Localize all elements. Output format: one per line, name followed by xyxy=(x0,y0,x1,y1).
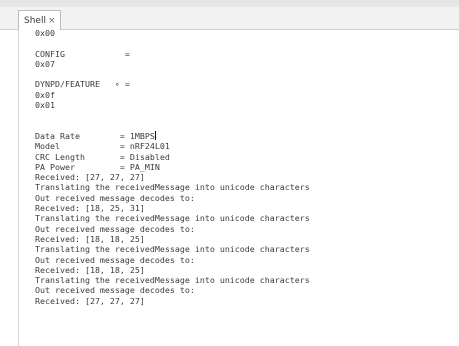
console-line: CONFIG = xyxy=(35,48,130,59)
console-line: Received: [27, 27, 27] xyxy=(35,295,145,306)
tab-shell[interactable]: Shell × xyxy=(18,10,61,30)
console-line: 0x0f xyxy=(35,89,55,100)
console-line-data-rate: Data Rate = 1MBPS xyxy=(35,130,310,141)
console-line: CRC Length = Disabled xyxy=(35,151,170,162)
tab-bar: Shell × xyxy=(0,7,459,30)
shell-output: 0x00 CONFIG = 0x07 DYNPD/FEATURE ∘ = 0x0… xyxy=(35,30,310,306)
console-line: Received: [18, 25, 31] xyxy=(35,203,145,214)
ide-window: Shell × 0x00 CONFIG = 0x07 DYNPD/FEATURE… xyxy=(0,0,459,346)
tab-shell-label: Shell xyxy=(24,15,46,26)
data-rate-text: Data Rate = 1MBPS xyxy=(35,130,155,141)
console-line: Out received message decodes to: xyxy=(35,285,195,296)
console-line: Translating the receivedMessage into uni… xyxy=(35,182,310,193)
console-line: DYNPD/FEATURE ∘ = xyxy=(35,79,130,90)
console-line: PA Power = PA_MIN xyxy=(35,161,160,172)
console-line: Model = nRF24L01 xyxy=(35,141,170,152)
console-line: Received: [27, 27, 27] xyxy=(35,172,145,183)
close-icon[interactable]: × xyxy=(48,16,56,26)
console-line: 0x07 xyxy=(35,58,55,69)
console-line: Out received message decodes to: xyxy=(35,254,195,265)
console-line: Translating the receivedMessage into uni… xyxy=(35,213,310,224)
shell-console-area[interactable]: 0x00 CONFIG = 0x07 DYNPD/FEATURE ∘ = 0x0… xyxy=(18,30,459,346)
console-line: Received: [18, 18, 25] xyxy=(35,233,145,244)
console-line: Translating the receivedMessage into uni… xyxy=(35,275,310,286)
console-line: Out received message decodes to: xyxy=(35,192,195,203)
console-line: Translating the receivedMessage into uni… xyxy=(35,244,310,255)
text-cursor xyxy=(154,130,156,140)
console-line: 0x01 xyxy=(35,100,55,111)
console-line: Out received message decodes to: xyxy=(35,223,195,234)
left-gutter xyxy=(0,30,18,346)
console-line: 0x00 xyxy=(35,30,55,38)
console-line: Received: [18, 18, 25] xyxy=(35,264,145,275)
